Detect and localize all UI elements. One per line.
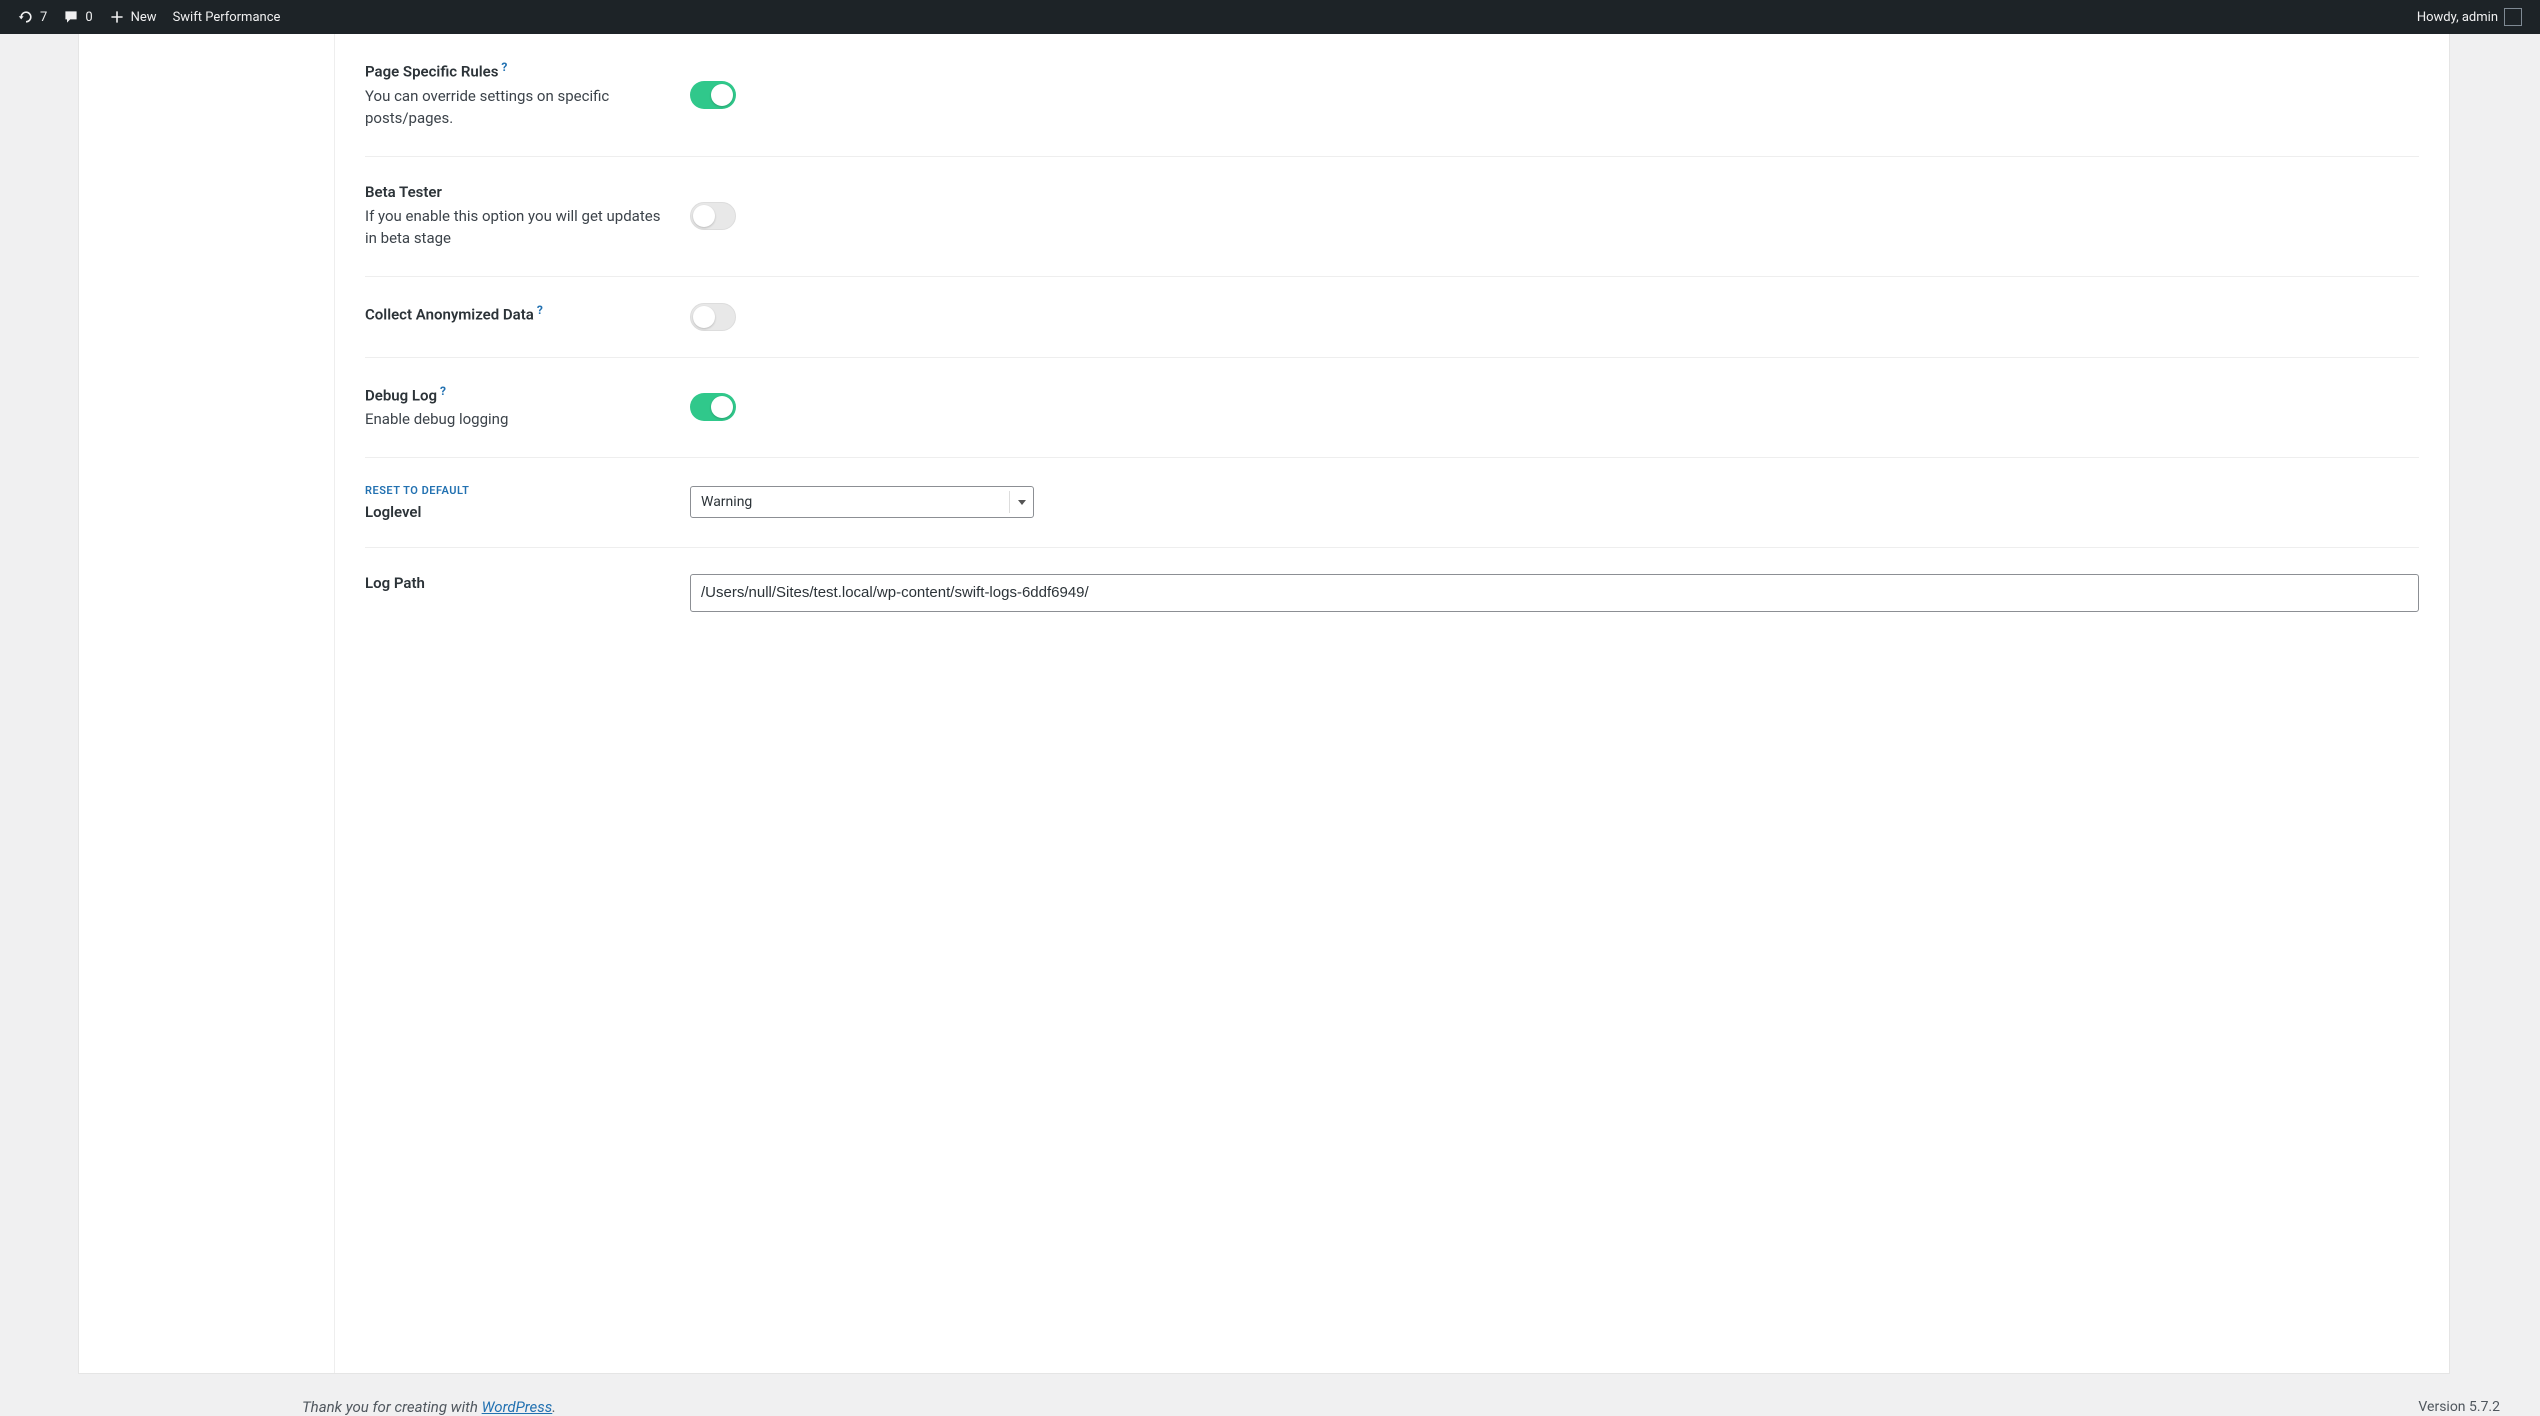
setting-desc: If you enable this option you will get u… [365, 205, 670, 250]
footer-text-prefix: Thank you for creating with [302, 1398, 482, 1416]
updates-item[interactable]: 7 [10, 0, 55, 34]
setting-control-col: Warning [690, 484, 2419, 521]
setting-control-col [690, 183, 2419, 250]
updates-icon [18, 9, 34, 25]
help-icon[interactable]: ? [440, 384, 446, 398]
setting-label-col: RESET TO DEFAULT Loglevel [365, 484, 690, 521]
toggle-knob [693, 306, 715, 328]
footer-version: Version 5.7.2 [2418, 1399, 2500, 1415]
settings-body: Page Specific Rules? You can override se… [335, 34, 2449, 1373]
select-value: Warning [701, 494, 752, 510]
debug-log-toggle[interactable] [690, 393, 736, 421]
setting-row-beta-tester: Beta Tester If you enable this option yo… [365, 157, 2419, 277]
setting-row-debug-log: Debug Log? Enable debug logging [365, 358, 2419, 458]
collect-anon-toggle[interactable] [690, 303, 736, 331]
swift-performance-item[interactable]: Swift Performance [165, 0, 289, 34]
wordpress-link[interactable]: WordPress [482, 1398, 553, 1416]
admin-sidebar-collapsed [0, 34, 78, 1416]
footer-text-suffix: . [552, 1398, 556, 1416]
setting-label-col: Beta Tester If you enable this option yo… [365, 183, 690, 250]
settings-panel: Page Specific Rules? You can override se… [78, 34, 2450, 1374]
comments-item[interactable]: 0 [55, 0, 100, 34]
log-path-input[interactable] [690, 574, 2419, 612]
howdy-item[interactable]: Howdy, admin [2409, 0, 2530, 34]
comments-icon [63, 9, 79, 25]
swift-performance-label: Swift Performance [173, 10, 281, 25]
beta-tester-toggle[interactable] [690, 202, 736, 230]
setting-control-col [690, 60, 2419, 130]
updates-count: 7 [40, 10, 47, 25]
setting-title: Page Specific Rules [365, 63, 498, 81]
setting-label-col: Page Specific Rules? You can override se… [365, 60, 690, 130]
setting-row-collect-anon: Collect Anonymized Data? [365, 277, 2419, 358]
loglevel-select[interactable]: Warning [690, 486, 1034, 518]
help-icon[interactable]: ? [501, 60, 507, 74]
toggle-knob [711, 396, 733, 418]
toggle-knob [711, 84, 733, 106]
page-specific-toggle[interactable] [690, 81, 736, 109]
setting-label-col: Collect Anonymized Data? [365, 303, 690, 331]
setting-control-col [690, 384, 2419, 431]
new-item[interactable]: New [101, 0, 165, 34]
setting-label-col: Log Path [365, 574, 690, 612]
setting-title: Collect Anonymized Data [365, 305, 534, 323]
setting-row-loglevel: RESET TO DEFAULT Loglevel Warning [365, 458, 2419, 548]
reset-to-default-link[interactable]: RESET TO DEFAULT [365, 484, 670, 497]
setting-title: Beta Tester [365, 183, 442, 201]
setting-control-col [690, 303, 2419, 331]
new-label: New [131, 10, 157, 25]
setting-desc: Enable debug logging [365, 408, 670, 431]
settings-side-nav [79, 34, 335, 1373]
chevron-down-icon [1009, 491, 1029, 513]
howdy-text: Howdy, admin [2417, 10, 2498, 25]
toggle-knob [693, 205, 715, 227]
admin-bar-right: Howdy, admin [2409, 0, 2530, 34]
setting-title: Debug Log [365, 386, 437, 404]
avatar [2504, 8, 2522, 26]
setting-title: Loglevel [365, 503, 421, 521]
setting-row-log-path: Log Path [365, 548, 2419, 638]
content-column: Page Specific Rules? You can override se… [78, 34, 2540, 1416]
admin-footer: Thank you for creating with WordPress. V… [78, 1374, 2520, 1416]
setting-desc: You can override settings on specific po… [365, 85, 670, 130]
setting-control-col [690, 574, 2419, 612]
plus-icon [109, 9, 125, 25]
page-wrap: Page Specific Rules? You can override se… [0, 34, 2540, 1416]
setting-label-col: Debug Log? Enable debug logging [365, 384, 690, 431]
setting-row-page-specific: Page Specific Rules? You can override se… [365, 34, 2419, 157]
footer-left: Thank you for creating with WordPress. [302, 1398, 556, 1416]
comments-count: 0 [85, 10, 92, 25]
setting-title: Log Path [365, 574, 425, 592]
admin-bar: 7 0 New Swift Performance Howdy, admin [0, 0, 2540, 34]
admin-bar-left: 7 0 New Swift Performance [10, 0, 288, 34]
help-icon[interactable]: ? [537, 303, 543, 317]
